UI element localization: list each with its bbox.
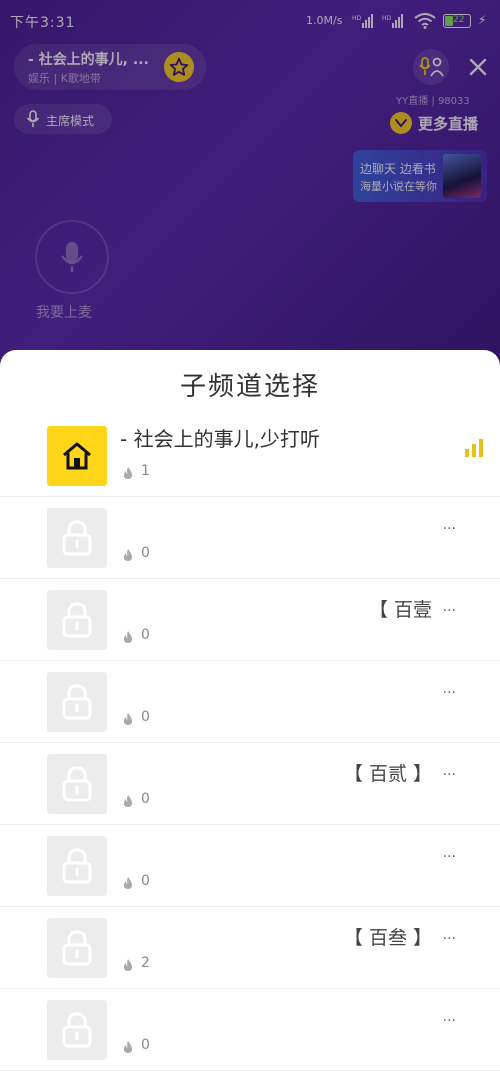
channel-row[interactable]: ... 0 bbox=[0, 989, 500, 1071]
viewer-count: 0 bbox=[141, 1037, 150, 1053]
active-signal-icon bbox=[465, 439, 485, 461]
lock-icon bbox=[47, 1000, 107, 1060]
more-ellipsis: ... bbox=[442, 1009, 456, 1025]
sub-channel-sheet: 子频道选择 - 社会上的事儿,少打听 1... 0 【 百壹... 0... 0 【 百贰 … bbox=[0, 350, 500, 1083]
home-icon bbox=[47, 426, 107, 486]
viewer-count: 1 bbox=[141, 463, 150, 479]
fire-icon bbox=[122, 957, 134, 976]
sheet-title: 子频道选择 bbox=[179, 372, 320, 402]
lock-icon bbox=[47, 508, 107, 568]
channel-row[interactable]: ... 0 bbox=[0, 497, 500, 579]
fire-icon bbox=[122, 547, 134, 566]
viewer-count: 2 bbox=[141, 955, 150, 971]
more-ellipsis: ... bbox=[442, 763, 456, 779]
channel-row[interactable]: - 社会上的事儿,少打听 1 bbox=[0, 415, 500, 497]
channel-name: 【 百壹 bbox=[368, 599, 432, 621]
more-ellipsis: ... bbox=[442, 599, 456, 615]
lock-icon bbox=[47, 918, 107, 978]
lock-icon bbox=[47, 754, 107, 814]
channel-name: 【 百叁 】 bbox=[343, 927, 432, 949]
channel-row[interactable]: 【 百壹... 0 bbox=[0, 579, 500, 661]
channel-name: - 社会上的事儿,少打听 bbox=[120, 427, 320, 451]
fire-icon bbox=[122, 1039, 134, 1058]
viewer-count: 0 bbox=[141, 873, 150, 889]
modal-overlay[interactable] bbox=[0, 0, 500, 360]
lock-icon bbox=[47, 590, 107, 650]
more-ellipsis: ... bbox=[442, 681, 456, 697]
channel-row[interactable]: 【 百贰 】... 0 bbox=[0, 743, 500, 825]
viewer-count: 0 bbox=[141, 545, 150, 561]
channel-name: 【 百贰 】 bbox=[343, 763, 432, 785]
fire-icon bbox=[122, 629, 134, 648]
more-ellipsis: ... bbox=[442, 927, 456, 943]
lock-icon bbox=[47, 672, 107, 732]
viewer-count: 0 bbox=[141, 709, 150, 725]
channel-row[interactable]: ... 0 bbox=[0, 661, 500, 743]
fire-icon bbox=[122, 793, 134, 812]
fire-icon bbox=[122, 711, 134, 730]
channel-row[interactable]: ... 0 bbox=[0, 825, 500, 907]
lock-icon bbox=[47, 836, 107, 896]
channel-row[interactable]: 【 百叁 】... 2 bbox=[0, 907, 500, 989]
fire-icon bbox=[122, 465, 134, 484]
more-ellipsis: ... bbox=[442, 517, 456, 533]
fire-icon bbox=[122, 875, 134, 894]
viewer-count: 0 bbox=[141, 627, 150, 643]
viewer-count: 0 bbox=[141, 791, 150, 807]
more-ellipsis: ... bbox=[442, 845, 456, 861]
